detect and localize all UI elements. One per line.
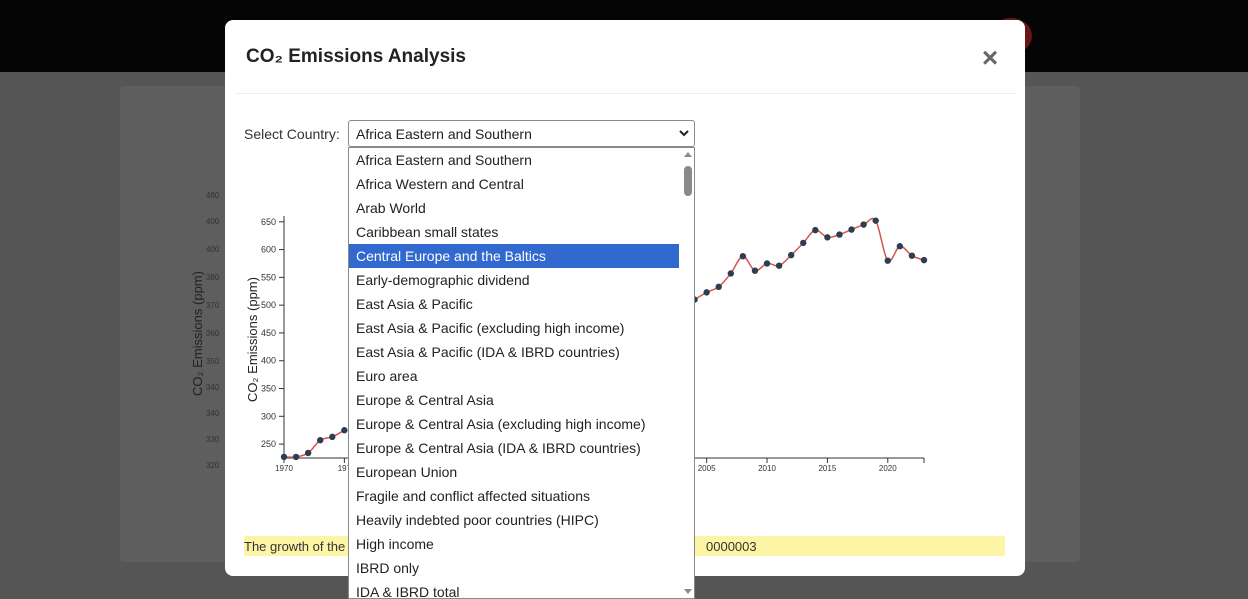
- y-tick-label: 300: [261, 411, 276, 421]
- svg-text:360: 360: [206, 329, 220, 338]
- dropdown-scrollbar[interactable]: [681, 148, 694, 598]
- y-tick-label: 450: [261, 328, 276, 338]
- svg-text:480: 480: [206, 191, 220, 200]
- y-tick-label: 550: [261, 272, 276, 282]
- data-point: [329, 433, 336, 441]
- dropdown-option[interactable]: High income: [349, 532, 679, 556]
- dropdown-option[interactable]: Europe & Central Asia (excluding high in…: [349, 412, 679, 436]
- dropdown-option[interactable]: East Asia & Pacific (IDA & IBRD countrie…: [349, 340, 679, 364]
- data-point: [775, 262, 783, 269]
- scroll-thumb[interactable]: [684, 166, 692, 196]
- x-tick-label: 2010: [758, 464, 776, 473]
- data-point: [727, 270, 734, 277]
- y-tick-label: 350: [261, 384, 276, 394]
- dropdown-option[interactable]: Caribbean small states: [349, 220, 679, 244]
- dropdown-option[interactable]: IDA & IBRD total: [349, 580, 679, 598]
- dropdown-option[interactable]: European Union: [349, 460, 679, 484]
- data-point: [751, 267, 759, 274]
- x-tick-label: 2005: [698, 464, 716, 473]
- country-dropdown-list[interactable]: Africa Eastern and Southern Africa Wester…: [348, 147, 695, 599]
- y-tick-label: 650: [261, 217, 276, 227]
- data-point: [703, 289, 710, 296]
- dropdown-option[interactable]: Fragile and conflict affected situations: [349, 484, 679, 508]
- y-tick-label: 250: [261, 439, 276, 449]
- data-point: [341, 427, 348, 434]
- y-tick-label: 500: [261, 300, 276, 310]
- x-tick-label: 1970: [275, 464, 293, 473]
- dropdown-option[interactable]: East Asia & Pacific: [349, 292, 679, 316]
- data-point: [763, 260, 771, 267]
- data-point: [872, 217, 879, 224]
- dropdown-option[interactable]: IBRD only: [349, 556, 679, 580]
- scroll-up-icon[interactable]: [684, 152, 692, 157]
- data-point: [317, 437, 324, 444]
- growth-note-text-left: The growth of the: [244, 539, 346, 554]
- y-axis: 250 300 350 400 450 500 550 600 650: [261, 216, 285, 458]
- dropdown-option[interactable]: Africa Western and Central: [349, 172, 679, 196]
- y-tick-label: 400: [261, 356, 276, 366]
- dropdown-option[interactable]: Euro area: [349, 364, 679, 388]
- svg-text:400: 400: [206, 245, 220, 254]
- data-point: [739, 253, 747, 260]
- data-point: [848, 226, 855, 233]
- data-point: [884, 257, 891, 264]
- x-tick-label: 2015: [818, 464, 836, 473]
- svg-text:380: 380: [206, 273, 220, 282]
- data-point: [908, 252, 916, 259]
- series-line-early: [283, 429, 345, 458]
- data-point: [812, 226, 819, 234]
- data-point: [800, 239, 807, 247]
- data-point: [304, 449, 312, 457]
- data-point: [787, 251, 795, 259]
- dropdown-option[interactable]: Arab World: [349, 196, 679, 220]
- svg-text:340: 340: [206, 409, 220, 418]
- dropdown-option[interactable]: Heavily indebted poor countries (HIPC): [349, 508, 679, 532]
- data-point: [896, 243, 904, 250]
- data-point: [920, 256, 928, 264]
- data-point: [860, 221, 867, 228]
- y-axis-label: CO₂ Emissions (ppm): [245, 277, 260, 402]
- svg-text:340: 340: [206, 383, 220, 392]
- svg-text:330: 330: [206, 435, 220, 444]
- svg-text:350: 350: [206, 357, 220, 366]
- data-point: [715, 283, 722, 291]
- data-point: [280, 453, 288, 461]
- y-tick-label: 600: [261, 245, 276, 255]
- data-point: [292, 453, 300, 461]
- dropdown-option[interactable]: Early-demographic dividend: [349, 268, 679, 292]
- dropdown-option[interactable]: East Asia & Pacific (excluding high inco…: [349, 316, 679, 340]
- background-y-ticks: 480 400 400 380 370 360 350 340 340 330 320: [206, 191, 220, 470]
- dropdown-option[interactable]: Europe & Central Asia (IDA & IBRD countr…: [349, 436, 679, 460]
- data-point: [824, 234, 831, 241]
- background-y-axis-label: CO₂ Emissions (ppm): [190, 271, 205, 396]
- svg-text:370: 370: [206, 301, 220, 310]
- data-point: [836, 231, 843, 238]
- x-tick-label: 2020: [879, 464, 897, 473]
- svg-text:320: 320: [206, 461, 220, 470]
- dropdown-option[interactable]: Europe & Central Asia: [349, 388, 679, 412]
- scroll-down-icon[interactable]: [684, 589, 692, 594]
- dropdown-option[interactable]: Africa Eastern and Southern: [349, 148, 679, 172]
- growth-note-text-right: 0000003: [706, 539, 757, 554]
- dropdown-option[interactable]: Central Europe and the Baltics: [349, 244, 679, 268]
- svg-text:400: 400: [206, 217, 220, 226]
